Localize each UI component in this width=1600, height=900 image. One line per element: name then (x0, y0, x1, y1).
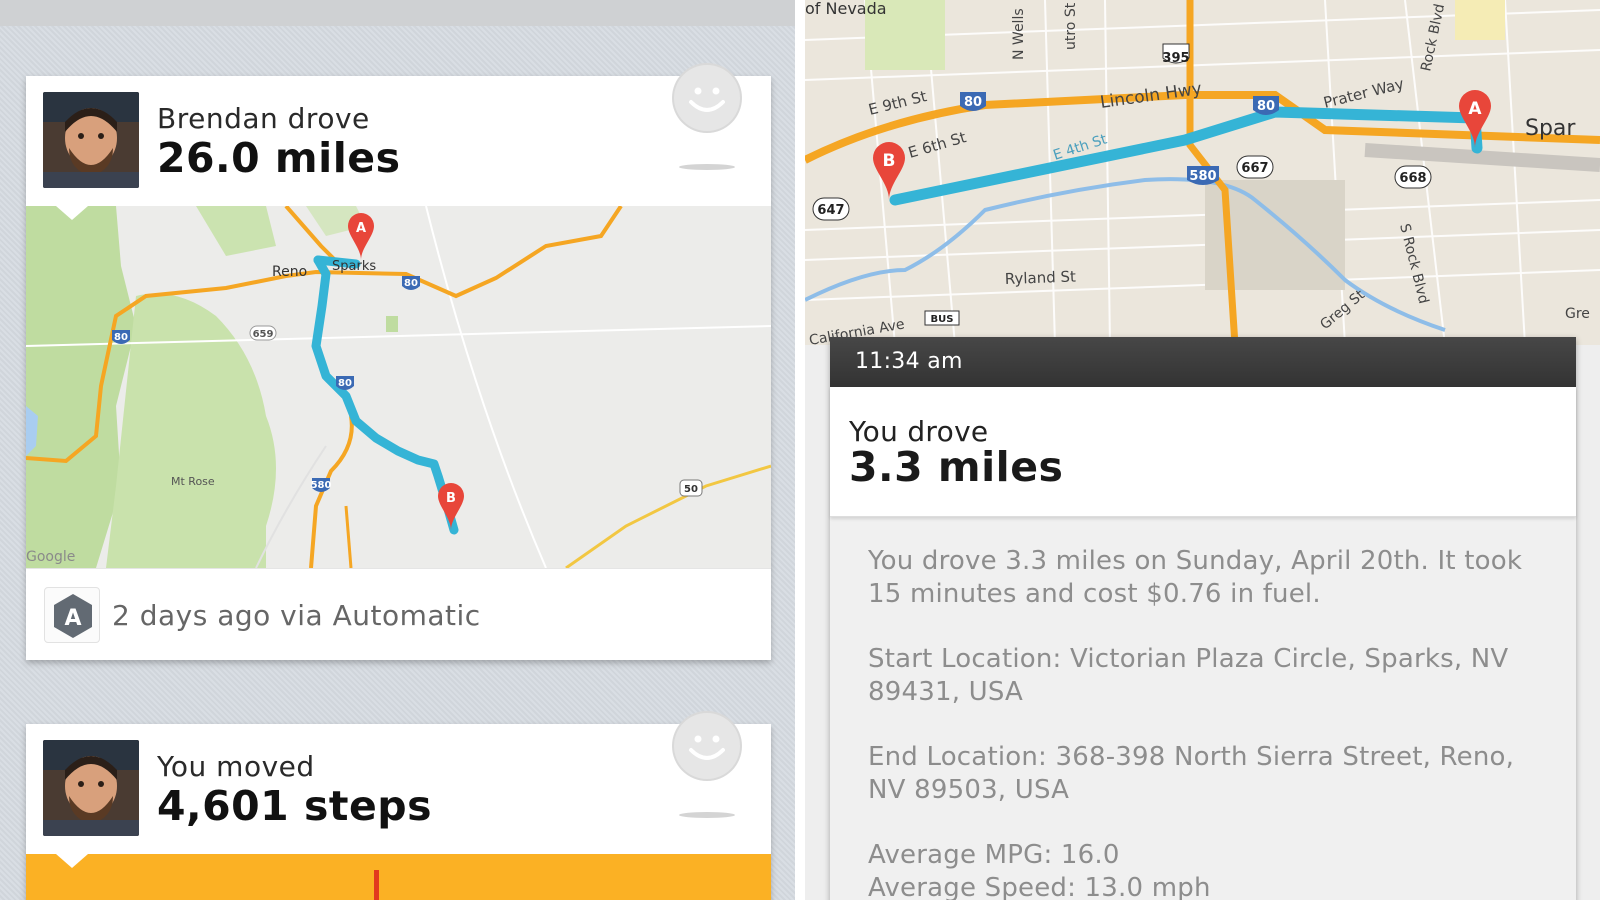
svg-text:80: 80 (404, 278, 418, 289)
svg-text:utro St: utro St (1063, 2, 1079, 50)
steps-chart (26, 854, 771, 900)
svg-text:Gre: Gre (1565, 306, 1590, 322)
svg-text:580: 580 (311, 480, 332, 491)
svg-text:A: A (64, 606, 81, 631)
average-mpg-text: Average MPG: 16.0 (868, 840, 1120, 870)
svg-text:of Nevada: of Nevada (805, 0, 887, 18)
trip-summary: You drove 3.3 miles (830, 387, 1576, 517)
trip-time: 11:34 am (855, 349, 963, 374)
svg-text:395: 395 (1162, 51, 1189, 66)
card-metric-text: 26.0 miles (157, 134, 401, 182)
trip-detail-card: 11:34 am You drove 3.3 miles You drove 3… (830, 337, 1576, 900)
trip-map[interactable]: 80 80 80 580 659 50 Reno Sparks Mt Rose … (26, 206, 771, 568)
average-speed-text: Average Speed: 13.0 mph (868, 873, 1211, 900)
svg-text:647: 647 (817, 203, 844, 218)
svg-text:N Wells: N Wells (1011, 8, 1027, 60)
svg-text:50: 50 (684, 484, 698, 495)
start-location-text: Start Location: Victorian Plaza Circle, … (868, 644, 1509, 707)
smiley-shadow (679, 164, 735, 170)
svg-text:Sparks: Sparks (332, 259, 376, 274)
map-label-reno: Reno (272, 264, 307, 280)
status-bar (0, 0, 795, 26)
svg-text:Google: Google (26, 549, 75, 565)
svg-text:BUS: BUS (931, 314, 954, 325)
svg-text:A: A (356, 221, 366, 236)
smiley-icon[interactable] (671, 62, 743, 134)
card-metric-text: 4,601 steps (157, 782, 433, 830)
card-pointer (56, 854, 88, 868)
card-actor-text: Brendan drove (157, 102, 370, 135)
avatar (43, 740, 139, 836)
end-location-text: End Location: 368-398 North Sierra Stree… (868, 742, 1515, 805)
avatar (43, 92, 139, 188)
svg-text:80: 80 (1257, 99, 1275, 114)
svg-text:B: B (446, 491, 456, 506)
steps-card[interactable]: You moved 4,601 steps (26, 711, 771, 900)
trip-description: You drove 3.3 miles on Sunday, April 20t… (868, 545, 1548, 900)
pane-divider (795, 0, 805, 900)
card-source-text: 2 days ago via Automatic (112, 599, 481, 632)
smiley-shadow (679, 812, 735, 818)
activity-feed[interactable]: Brendan drove 26.0 miles 80 80 80 580 65… (0, 0, 795, 900)
svg-text:Spar: Spar (1525, 116, 1576, 141)
svg-text:B: B (883, 151, 896, 171)
trip-detail-view[interactable]: 395 80 80 580 667 668 647 BUS of Nevada … (805, 0, 1600, 900)
svg-text:668: 668 (1399, 171, 1426, 186)
drive-card[interactable]: Brendan drove 26.0 miles 80 80 80 580 65… (26, 63, 771, 660)
trip-description-text: You drove 3.3 miles on Sunday, April 20t… (868, 546, 1523, 609)
svg-text:Mt Rose: Mt Rose (171, 475, 215, 488)
automatic-app-icon[interactable]: A (44, 587, 100, 643)
steps-marker (374, 870, 379, 900)
card-pointer (56, 206, 88, 220)
svg-text:659: 659 (253, 329, 274, 340)
route-map[interactable]: 395 80 80 580 667 668 647 BUS of Nevada … (805, 0, 1600, 345)
svg-text:Ryland St: Ryland St (1005, 268, 1077, 288)
svg-text:80: 80 (114, 332, 128, 343)
smiley-icon[interactable] (671, 710, 743, 782)
card-footer: A 2 days ago via Automatic (26, 568, 771, 660)
svg-text:667: 667 (1241, 161, 1268, 176)
summary-metric-text: 3.3 miles (849, 443, 1064, 491)
card-actor-text: You moved (157, 750, 315, 783)
svg-text:A: A (1468, 99, 1482, 119)
svg-text:580: 580 (1189, 169, 1216, 184)
trip-time-header: 11:34 am (830, 337, 1576, 387)
svg-text:80: 80 (964, 95, 982, 110)
svg-text:80: 80 (338, 378, 352, 389)
